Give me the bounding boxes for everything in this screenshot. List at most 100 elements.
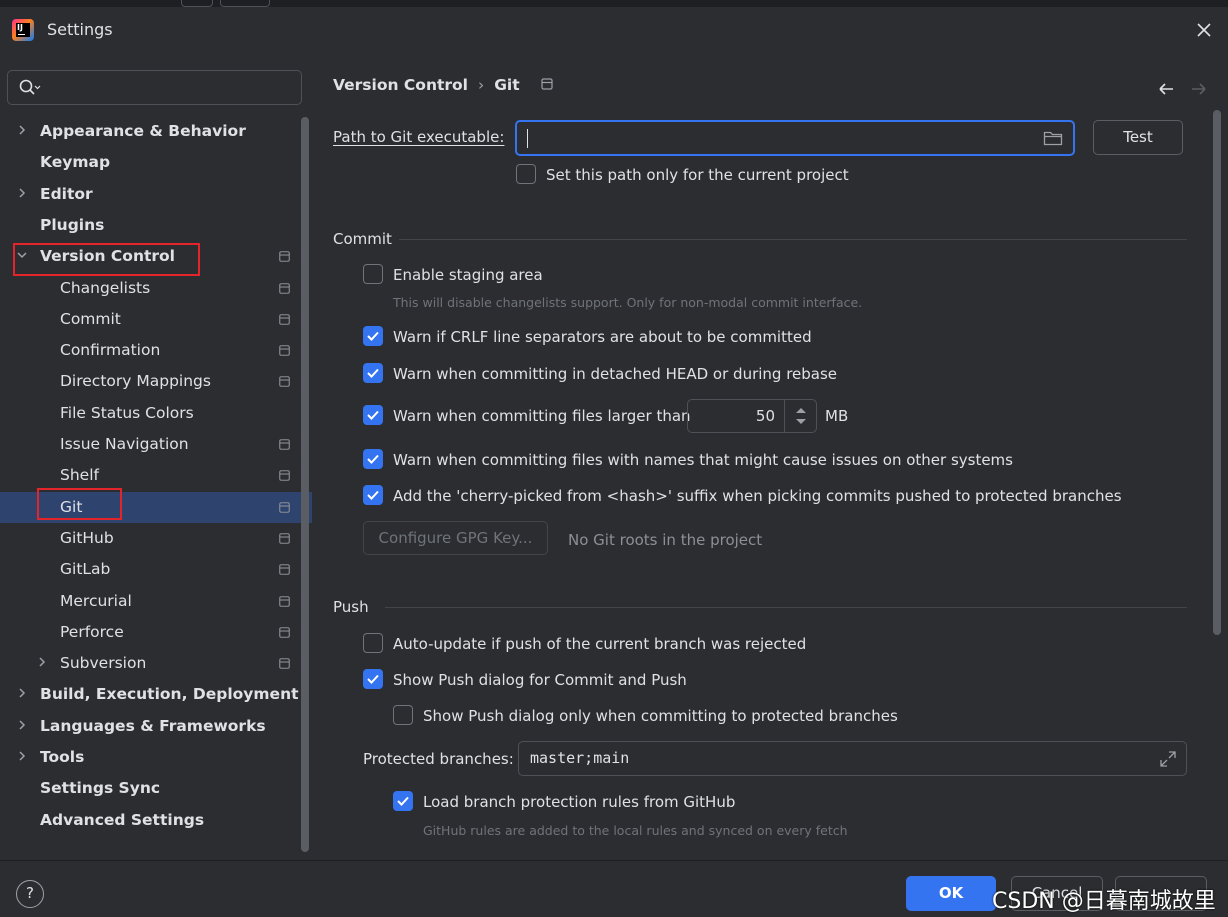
folder-icon[interactable] — [1043, 130, 1063, 146]
sidebar-item-issue-navigation[interactable]: Issue Navigation — [0, 429, 300, 460]
project-scope-icon — [279, 283, 290, 294]
commit-section-heading: Commit — [333, 230, 392, 248]
sidebar-item-label: Build, Execution, Deployment — [40, 685, 299, 703]
settings-sidebar: Appearance & Behavior Keymap Editor Plugins… — [0, 60, 312, 860]
chevron-right-icon[interactable] — [16, 124, 28, 136]
sidebar-item-label: Commit — [60, 310, 121, 328]
sidebar-item-advanced-settings[interactable]: Advanced Settings — [0, 805, 300, 836]
warn-detached-checkbox[interactable] — [363, 363, 383, 383]
sidebar-item-gitlab[interactable]: GitLab — [0, 554, 300, 585]
project-scope-icon — [279, 251, 290, 262]
settings-content-panel: Version Control › Git Path to Git executab… — [312, 60, 1228, 860]
project-scope-icon — [279, 314, 290, 325]
gpg-status-text: No Git roots in the project — [568, 531, 763, 549]
content-scrollbar[interactable] — [1212, 110, 1222, 860]
enable-staging-hint: This will disable changelists support. O… — [393, 295, 863, 310]
annotation-box-version-control — [13, 243, 200, 276]
large-file-size-spinner[interactable]: 50 — [687, 399, 817, 433]
breadcrumb-separator: › — [478, 76, 485, 94]
sidebar-item-mercurial[interactable]: Mercurial — [0, 586, 300, 617]
cherry-pick-suffix-label: Add the 'cherry-picked from <hash>' suff… — [393, 487, 1122, 505]
sidebar-item-label: Plugins — [40, 216, 105, 234]
warn-crlf-label: Warn if CRLF line separators are about t… — [393, 328, 812, 346]
background-tab — [181, 0, 213, 7]
path-current-project-checkbox[interactable] — [516, 164, 536, 184]
background-tab — [220, 0, 270, 7]
sidebar-item-label: Confirmation — [60, 341, 161, 359]
sidebar-item-settings-sync[interactable]: Settings Sync — [0, 773, 300, 804]
sidebar-item-label: Directory Mappings — [60, 372, 211, 390]
checkmark-icon — [367, 454, 379, 464]
sidebar-item-file-status-colors[interactable]: File Status Colors — [0, 398, 300, 429]
chevron-right-icon[interactable] — [16, 719, 28, 731]
warn-large-files-checkbox[interactable] — [363, 405, 383, 425]
sidebar-item-plugins[interactable]: Plugins — [0, 210, 300, 241]
protected-branches-value: master;main — [530, 749, 630, 767]
test-button[interactable]: Test — [1093, 120, 1183, 155]
auto-update-push-checkbox[interactable] — [363, 633, 383, 653]
configure-gpg-key-button[interactable]: Configure GPG Key... — [363, 521, 548, 555]
chevron-right-icon[interactable] — [16, 750, 28, 762]
sidebar-item-build-execution-deployment[interactable]: Build, Execution, Deployment — [0, 679, 300, 710]
warn-crlf-checkbox[interactable] — [363, 326, 383, 346]
warn-file-names-label: Warn when committing files with names th… — [393, 451, 1013, 469]
cherry-pick-suffix-checkbox[interactable] — [363, 485, 383, 505]
sidebar-item-label: Perforce — [60, 623, 124, 641]
dialog-footer: ? OK Cancel CSDN @日暮南城故里 — [0, 860, 1228, 917]
ok-button[interactable]: OK — [906, 876, 996, 911]
warn-file-names-checkbox[interactable] — [363, 449, 383, 469]
sidebar-item-label: Mercurial — [60, 592, 132, 610]
size-unit-label: MB — [825, 407, 849, 425]
settings-search-input[interactable] — [7, 70, 302, 105]
sidebar-item-languages-frameworks[interactable]: Languages & Frameworks — [0, 711, 300, 742]
sidebar-item-subversion[interactable]: Subversion — [0, 648, 300, 679]
chevron-right-icon[interactable] — [16, 187, 28, 199]
help-button[interactable]: ? — [16, 880, 44, 908]
window-title: Settings — [47, 20, 113, 39]
section-divider — [385, 607, 1187, 608]
push-protected-only-checkbox[interactable] — [393, 705, 413, 725]
sidebar-item-tools[interactable]: Tools — [0, 742, 300, 773]
forward-arrow-icon[interactable] — [1190, 80, 1208, 98]
sidebar-item-confirmation[interactable]: Confirmation — [0, 335, 300, 366]
project-scope-icon — [279, 596, 290, 607]
sidebar-item-keymap[interactable]: Keymap — [0, 147, 300, 178]
project-scope-icon — [279, 627, 290, 638]
expand-icon[interactable] — [1159, 750, 1177, 768]
load-github-rules-label: Load branch protection rules from GitHub — [423, 793, 736, 811]
sidebar-item-label: File Status Colors — [60, 404, 194, 422]
project-scope-icon — [279, 470, 290, 481]
sidebar-item-label: Advanced Settings — [40, 811, 205, 829]
project-scope-icon — [279, 564, 290, 575]
annotation-box-git — [37, 488, 122, 520]
sidebar-item-shelf[interactable]: Shelf — [0, 460, 300, 491]
load-github-rules-checkbox[interactable] — [393, 791, 413, 811]
sidebar-item-editor[interactable]: Editor — [0, 179, 300, 210]
enable-staging-checkbox[interactable] — [363, 264, 383, 284]
git-path-input[interactable] — [515, 120, 1075, 156]
sidebar-item-label: Languages & Frameworks — [40, 717, 266, 735]
sidebar-item-changelists[interactable]: Changelists — [0, 273, 300, 304]
protected-branches-input[interactable]: master;main — [518, 741, 1187, 776]
sidebar-item-perforce[interactable]: Perforce — [0, 617, 300, 648]
project-scope-icon — [279, 439, 290, 450]
sidebar-item-appearance-behavior[interactable]: Appearance & Behavior — [0, 116, 300, 147]
sidebar-item-directory-mappings[interactable]: Directory Mappings — [0, 366, 300, 397]
close-icon[interactable] — [1194, 20, 1214, 40]
chevron-right-icon[interactable] — [16, 687, 28, 699]
sidebar-item-label: Changelists — [60, 279, 151, 297]
text-caret — [527, 129, 528, 148]
spinner-arrows-icon[interactable] — [785, 400, 817, 432]
push-section-heading: Push — [333, 598, 369, 616]
breadcrumb-parent[interactable]: Version Control — [333, 76, 468, 94]
back-arrow-icon[interactable] — [1157, 80, 1175, 98]
sidebar-item-label: Tools — [40, 748, 85, 766]
show-push-dialog-checkbox[interactable] — [363, 669, 383, 689]
chevron-right-icon[interactable] — [36, 656, 48, 668]
sidebar-item-commit[interactable]: Commit — [0, 304, 300, 335]
sidebar-scrollbar[interactable] — [300, 117, 310, 855]
background-window-strip — [0, 0, 1228, 7]
checkmark-icon — [367, 490, 379, 500]
project-scope-icon — [279, 502, 290, 513]
sidebar-item-github[interactable]: GitHub — [0, 523, 300, 554]
